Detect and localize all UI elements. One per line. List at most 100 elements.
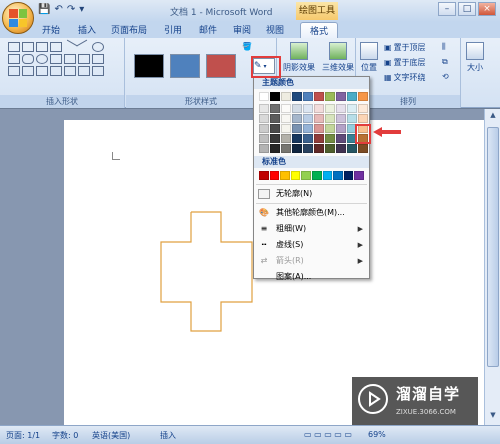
theme-color-swatch[interactable] <box>303 134 313 143</box>
theme-color-swatch[interactable] <box>336 104 346 113</box>
text-wrap-button[interactable]: ▦ 文字环绕 <box>384 72 426 83</box>
theme-color-swatch[interactable] <box>325 124 335 133</box>
theme-color-swatch[interactable] <box>292 114 302 123</box>
minimize-button[interactable]: – <box>438 2 456 16</box>
shape-icon[interactable] <box>36 66 48 76</box>
customize-qat-icon[interactable]: ▾ <box>79 4 84 15</box>
shape-icon[interactable] <box>64 54 76 64</box>
more-outline-colors-item[interactable]: 🎨 其他轮廓颜色(M)... <box>254 205 369 221</box>
theme-color-swatch[interactable] <box>281 92 291 101</box>
shape-icon[interactable] <box>62 39 78 55</box>
shape-icon[interactable] <box>78 66 90 76</box>
theme-color-swatch[interactable] <box>259 144 269 153</box>
theme-color-swatch[interactable] <box>281 124 291 133</box>
theme-color-swatch[interactable] <box>325 92 335 101</box>
shape-icon[interactable] <box>22 66 34 76</box>
theme-color-swatch[interactable] <box>325 104 335 113</box>
theme-color-swatch[interactable] <box>325 144 335 153</box>
shadow-effects-button[interactable]: 阴影效果 <box>283 42 315 73</box>
shape-icon[interactable] <box>50 66 62 76</box>
office-button[interactable] <box>2 2 34 34</box>
undo-icon[interactable]: ↶ <box>54 4 62 15</box>
theme-color-swatch[interactable] <box>292 124 302 133</box>
theme-color-swatch[interactable] <box>336 144 346 153</box>
save-icon[interactable]: 💾 <box>38 4 50 15</box>
theme-color-swatch[interactable] <box>281 134 291 143</box>
theme-color-swatch[interactable] <box>358 144 368 153</box>
theme-color-swatch[interactable] <box>303 124 313 133</box>
theme-color-swatch[interactable] <box>303 144 313 153</box>
theme-color-swatch[interactable] <box>336 114 346 123</box>
theme-color-swatch[interactable] <box>259 92 269 101</box>
standard-color-swatch[interactable] <box>269 171 280 180</box>
shape-icon[interactable] <box>76 39 92 55</box>
theme-color-swatch[interactable] <box>292 144 302 153</box>
theme-color-swatch[interactable] <box>292 104 302 113</box>
pattern-item[interactable]: 图案(A)... <box>254 269 369 285</box>
shape-icon[interactable] <box>8 66 20 76</box>
align-button[interactable]: ⫼ <box>442 42 446 52</box>
maximize-button[interactable]: □ <box>458 2 476 16</box>
status-language[interactable]: 英语(美国) <box>92 430 130 441</box>
theme-color-swatch[interactable] <box>270 92 280 101</box>
standard-color-swatch[interactable] <box>354 171 364 180</box>
theme-color-swatch[interactable] <box>303 114 313 123</box>
close-button[interactable]: × <box>478 2 496 16</box>
theme-color-swatch[interactable] <box>270 134 280 143</box>
theme-color-swatch[interactable] <box>325 134 335 143</box>
theme-color-swatch[interactable] <box>270 114 280 123</box>
size-button[interactable]: 大小 <box>466 42 484 73</box>
theme-color-swatch[interactable] <box>325 114 335 123</box>
style-black-swatch[interactable] <box>134 54 164 78</box>
tab-references[interactable]: 引用 <box>164 23 182 36</box>
group-objects-button[interactable]: ⧉ <box>442 57 448 67</box>
bring-to-front-button[interactable]: ▣ 置于顶层 <box>384 42 426 53</box>
weight-item[interactable]: ≡ 粗细(W) ▶ <box>254 221 369 237</box>
status-insert-mode[interactable]: 插入 <box>160 430 176 441</box>
shape-icon[interactable] <box>36 42 48 52</box>
theme-color-swatch[interactable] <box>347 144 357 153</box>
shape-icon[interactable] <box>22 42 34 52</box>
standard-color-swatch[interactable] <box>280 171 290 180</box>
theme-color-swatch[interactable] <box>314 144 324 153</box>
shape-icon[interactable] <box>78 54 90 64</box>
vertical-scrollbar[interactable]: ▲ ▼ <box>484 109 500 425</box>
tab-page-layout[interactable]: 页面布局 <box>111 23 147 36</box>
theme-color-swatch[interactable] <box>347 104 357 113</box>
standard-color-swatch[interactable] <box>322 171 333 180</box>
theme-color-swatch[interactable] <box>314 124 324 133</box>
rotate-button[interactable]: ⟲ <box>442 72 449 81</box>
theme-color-swatch[interactable] <box>270 104 280 113</box>
style-red-swatch[interactable] <box>206 54 236 78</box>
theme-color-swatch[interactable] <box>358 92 368 101</box>
shapes-gallery[interactable] <box>8 39 104 76</box>
scroll-down-icon[interactable]: ▼ <box>487 411 499 423</box>
shape-icon[interactable] <box>8 42 20 52</box>
theme-color-swatch[interactable] <box>281 104 291 113</box>
scrollbar-thumb[interactable] <box>487 127 499 367</box>
shape-icon[interactable] <box>64 66 76 76</box>
zoom-level[interactable]: 69% <box>368 430 386 439</box>
shape-icon[interactable] <box>92 54 104 64</box>
theme-color-swatch[interactable] <box>358 104 368 113</box>
theme-color-swatch[interactable] <box>259 114 269 123</box>
standard-color-swatch[interactable] <box>301 171 311 180</box>
dashes-item[interactable]: ┅ 虚线(S) ▶ <box>254 237 369 253</box>
theme-color-swatch[interactable] <box>281 144 291 153</box>
tab-mailings[interactable]: 邮件 <box>199 23 217 36</box>
style-blue-swatch[interactable] <box>170 54 200 78</box>
theme-color-swatch[interactable] <box>259 104 269 113</box>
no-outline-item[interactable]: 无轮廓(N) <box>254 186 369 202</box>
tab-home[interactable]: 开始 <box>42 23 60 36</box>
theme-color-swatch[interactable] <box>281 114 291 123</box>
scroll-up-icon[interactable]: ▲ <box>487 111 499 123</box>
shape-icon[interactable] <box>92 66 104 76</box>
standard-color-swatch[interactable] <box>290 171 301 180</box>
status-page[interactable]: 页面: 1/1 <box>6 430 40 441</box>
shape-icon[interactable] <box>92 42 104 52</box>
fill-color-button[interactable]: 🪣 <box>242 42 252 51</box>
theme-color-swatch[interactable] <box>303 92 313 101</box>
standard-color-swatch[interactable] <box>311 171 322 180</box>
theme-color-swatch[interactable] <box>314 134 324 143</box>
theme-color-swatch[interactable] <box>259 134 269 143</box>
